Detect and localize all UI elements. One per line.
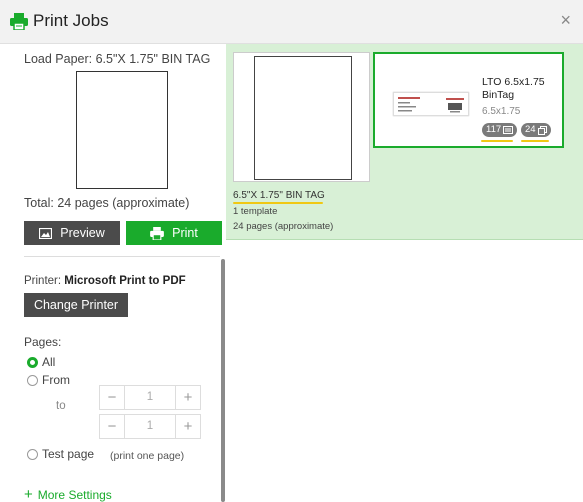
more-settings-link[interactable]: + More Settings (24, 486, 112, 502)
from-decrement-button[interactable]: − (100, 386, 124, 409)
highlight-underline (233, 202, 323, 204)
to-label: to (56, 400, 66, 412)
records-badge: 117 (482, 123, 518, 137)
scrollbar[interactable] (221, 259, 225, 502)
window-title: Print Jobs (33, 11, 109, 30)
print-button[interactable]: Print (126, 221, 222, 245)
preview-button[interactable]: Preview (24, 221, 120, 245)
total-pages-label: Total: 24 pages (approximate) (24, 196, 190, 210)
radio-test-page[interactable] (27, 449, 38, 460)
close-icon[interactable]: × (560, 10, 571, 30)
preview-button-label: Preview (60, 226, 105, 240)
template-card[interactable]: LTO 6.5x1.75 BinTag 6.5x1.75 117 24 (373, 52, 564, 148)
sheet-thumbnail (233, 52, 370, 182)
print-job-row[interactable]: 6.5"X 1.75" BIN TAG 1 template 24 pages … (226, 44, 583, 240)
to-decrement-button[interactable]: − (100, 415, 124, 438)
to-page-stepper: − 1 + (99, 414, 201, 439)
sheet-name: 6.5"X 1.75" BIN TAG (233, 190, 325, 201)
pages-label: Pages: (24, 335, 62, 349)
from-increment-button[interactable]: + (176, 386, 200, 409)
template-title: LTO 6.5x1.75 BinTag (482, 76, 545, 101)
to-page-input[interactable]: 1 (124, 415, 176, 438)
pages-count: 24 (525, 124, 536, 135)
sheet-outline (254, 56, 352, 180)
records-count: 117 (486, 124, 502, 135)
from-page-stepper: − 1 + (99, 385, 201, 410)
radio-test-page-label: Test page (42, 447, 95, 461)
print-button-label: Print (172, 226, 198, 240)
from-page-input[interactable]: 1 (124, 386, 176, 409)
radio-from[interactable] (27, 375, 38, 386)
pages-icon (537, 125, 547, 135)
test-page-hint: (print one page) (110, 450, 185, 462)
load-paper-label: Load Paper: 6.5"X 1.75" BIN TAG (24, 52, 211, 66)
more-settings-label: More Settings (37, 488, 112, 502)
divider (24, 256, 220, 257)
printer-name: Microsoft Print to PDF (64, 275, 186, 287)
pages-badge: 24 (521, 123, 551, 137)
radio-all-label: All (42, 355, 56, 369)
sheet-page-count: 24 pages (approximate) (233, 221, 334, 232)
radio-all[interactable] (27, 357, 38, 368)
template-size: 6.5x1.75 (482, 106, 521, 117)
highlight-underline (481, 140, 513, 142)
sheet-template-count: 1 template (233, 206, 278, 217)
to-increment-button[interactable]: + (176, 415, 200, 438)
paper-preview (76, 71, 168, 189)
title-bar: Print Jobs × (0, 0, 583, 44)
printer-icon (10, 13, 28, 30)
bin-tag-thumbnail (393, 92, 469, 116)
printer-icon (150, 226, 165, 240)
printer-label: Printer: Microsoft Print to PDF (24, 275, 186, 287)
printer-prefix: Printer: (24, 275, 65, 287)
plus-icon: + (24, 486, 33, 502)
settings-panel: Load Paper: 6.5"X 1.75" BIN TAG Total: 2… (0, 44, 226, 502)
records-icon (503, 126, 514, 134)
change-printer-button[interactable]: Change Printer (24, 293, 128, 317)
radio-from-label: From (42, 373, 70, 387)
highlight-underline (521, 140, 549, 142)
image-icon (39, 227, 53, 239)
